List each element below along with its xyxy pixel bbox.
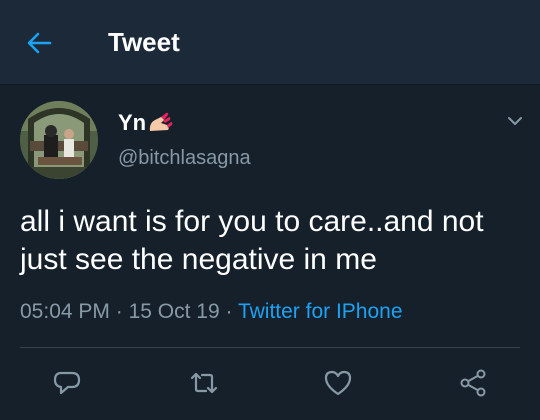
display-name[interactable]: Yn — [118, 109, 173, 137]
meta-separator: · — [115, 300, 123, 323]
reply-icon[interactable] — [52, 368, 82, 398]
user-handle[interactable]: @bitchlasagna — [118, 145, 251, 171]
tweet-date: 15 Oct 19 — [128, 300, 220, 323]
chevron-down-icon[interactable] — [505, 111, 525, 131]
page-title: Tweet — [108, 27, 180, 57]
meta-separator: · — [225, 300, 233, 323]
nail-polish-emoji — [149, 112, 173, 131]
arrow-left-icon[interactable] — [26, 30, 52, 56]
app-header: Tweet — [0, 0, 540, 85]
tweet-text: all i want is for you to care..and not j… — [20, 205, 484, 276]
retweet-icon[interactable] — [189, 368, 219, 398]
action-bar — [0, 348, 540, 420]
tweet-meta: 05:04 PM · 15 Oct 19 · Twitter for IPhon… — [20, 298, 403, 326]
avatar[interactable] — [20, 101, 98, 179]
tweet-detail: Yn @bitchlasagna all i want is for you t… — [0, 85, 540, 420]
heart-icon[interactable] — [323, 368, 353, 398]
display-name-text: Yn — [118, 110, 147, 135]
avatar-photo — [20, 101, 98, 179]
tweet-source-link[interactable]: Twitter for IPhone — [238, 300, 403, 323]
share-icon[interactable] — [458, 368, 488, 398]
tweet-time: 05:04 PM — [20, 300, 110, 323]
